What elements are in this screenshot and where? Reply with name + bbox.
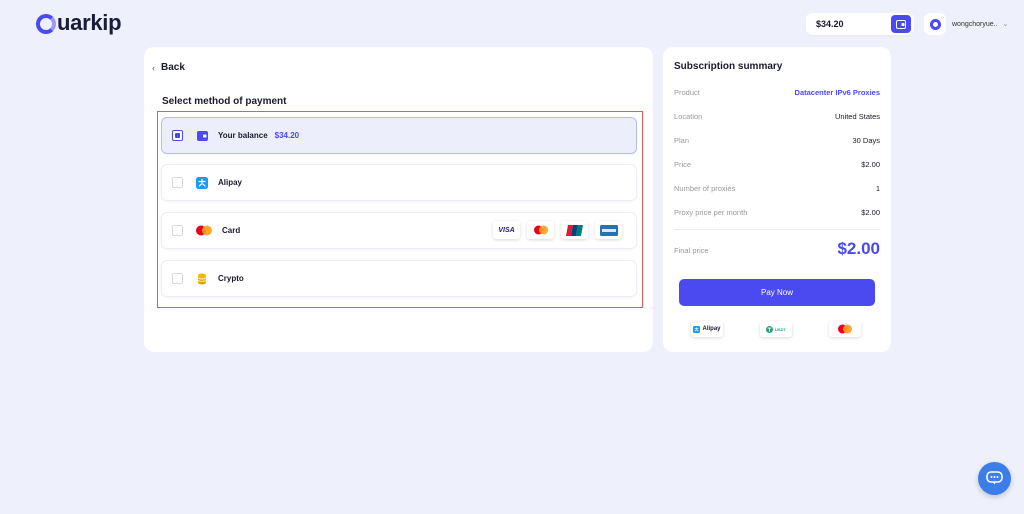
back-button[interactable]: ‹ Back [152, 62, 185, 73]
user-menu[interactable]: wongchoryue.. ⌄ [924, 13, 1008, 35]
back-label: Back [161, 62, 185, 73]
option-label: Alipay [218, 178, 243, 187]
coins-icon [195, 272, 209, 286]
option-label: Crypto [218, 274, 244, 283]
payment-logos: Alipay USDT [691, 321, 861, 337]
visa-icon: VISA [493, 221, 520, 239]
avatar [924, 13, 946, 35]
summary-row-proxies: Number of proxies 1 [674, 184, 880, 193]
summary-title: Subscription summary [674, 61, 783, 72]
card-brands: VISA [493, 221, 622, 239]
unionpay-icon [561, 221, 588, 239]
crypto-checkbox[interactable] [172, 273, 183, 284]
option-crypto[interactable]: Crypto [161, 260, 637, 297]
divider [674, 229, 880, 230]
balance-amount: $34.20 [816, 19, 844, 29]
wallet-icon [896, 19, 906, 29]
balance-widget: $34.20 [806, 13, 914, 35]
wallet-icon [195, 129, 209, 143]
mastercard-logo-icon [829, 321, 861, 337]
card-checkbox[interactable] [172, 225, 183, 236]
option-card[interactable]: Card VISA [161, 212, 637, 249]
option-amount: $34.20 [274, 131, 300, 140]
option-alipay[interactable]: Alipay [161, 164, 637, 201]
summary-row-plan: Plan 30 Days [674, 136, 880, 145]
payment-method-card: ‹ Back Select method of payment Your bal… [144, 47, 653, 352]
summary-row-product: Product Datacenter IPv6 Proxies [674, 88, 880, 97]
alipay-checkbox[interactable] [172, 177, 183, 188]
final-price-label: Final price [674, 246, 709, 255]
summary-row-price: Price $2.00 [674, 160, 880, 169]
username: wongchoryue.. [952, 20, 998, 28]
mastercard-icon [195, 224, 213, 238]
summary-row-location: Location United States [674, 112, 880, 121]
option-label: Card [222, 226, 241, 235]
logo-q-icon [36, 14, 56, 34]
product-link[interactable]: Datacenter IPv6 Proxies [795, 88, 880, 97]
mastercard-brand-icon [527, 221, 554, 239]
quarkip-logo[interactable]: uarkip [36, 10, 122, 36]
chat-icon [986, 471, 1003, 485]
option-balance[interactable]: Your balance $34.20 [161, 117, 637, 154]
chat-support-button[interactable] [978, 462, 1011, 495]
logo-text: uarkip [57, 10, 122, 35]
balance-checkbox[interactable] [172, 130, 183, 141]
alipay-logo-icon: Alipay [691, 321, 723, 337]
section-title: Select method of payment [162, 96, 287, 107]
subscription-summary-card: Subscription summary Product Datacenter … [663, 47, 891, 352]
pay-now-button[interactable]: Pay Now [679, 279, 875, 306]
option-label: Your balance [218, 131, 268, 140]
final-price-value: $2.00 [837, 239, 880, 258]
alipay-icon [195, 176, 209, 190]
chevron-down-icon: ⌄ [1002, 21, 1009, 28]
wallet-button[interactable] [891, 15, 911, 33]
amex-icon [595, 221, 622, 239]
summary-row-proxy-price: Proxy price per month $2.00 [674, 208, 880, 217]
chevron-left-icon: ‹ [152, 62, 155, 73]
usdt-logo-icon: USDT [760, 321, 792, 337]
